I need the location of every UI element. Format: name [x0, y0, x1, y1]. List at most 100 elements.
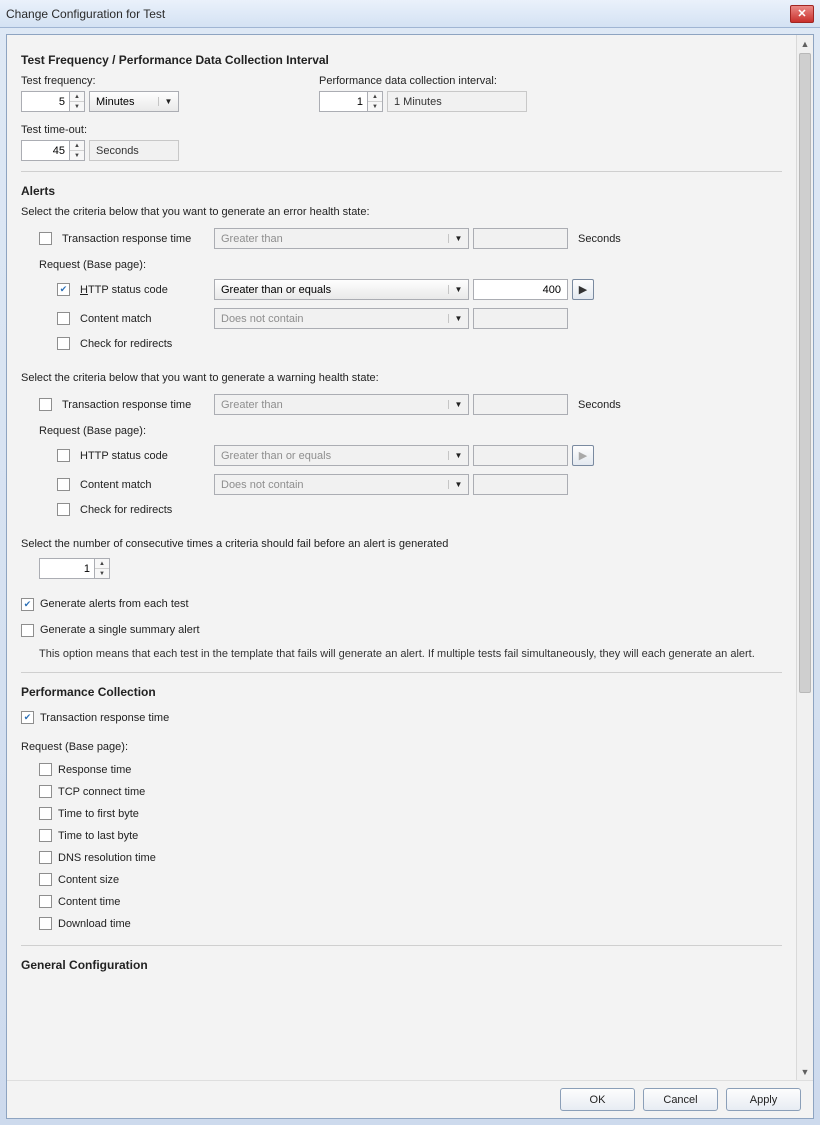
divider — [21, 171, 782, 172]
apply-button[interactable]: Apply — [726, 1088, 801, 1111]
warning-trt-checkbox[interactable] — [39, 398, 52, 411]
vertical-scrollbar[interactable]: ▲ ▼ — [796, 35, 813, 1080]
perf-ttlb-checkbox[interactable] — [39, 829, 52, 842]
error-http-play-button[interactable]: ▶ — [572, 279, 594, 300]
section-alerts-heading: Alerts — [21, 184, 782, 198]
chevron-down-icon: ▼ — [448, 285, 464, 294]
section-perf-heading: Performance Collection — [21, 685, 782, 699]
warning-content-operator: Does not contain — [221, 479, 304, 491]
perf-ctime-label: Content time — [58, 896, 120, 908]
close-button[interactable]: ✕ — [790, 5, 814, 23]
perf-ttfb-checkbox[interactable] — [39, 807, 52, 820]
section-test-frequency-heading: Test Frequency / Performance Data Collec… — [21, 53, 782, 67]
generate-single-checkbox[interactable] — [21, 624, 34, 637]
warning-redirect-checkbox[interactable] — [57, 503, 70, 516]
chevron-down-icon: ▼ — [448, 480, 464, 489]
spinner-up-icon[interactable]: ▲ — [95, 559, 109, 569]
spinner-down-icon[interactable]: ▼ — [70, 102, 84, 111]
warning-http-value-input — [473, 445, 568, 466]
consecutive-spinner[interactable]: ▲▼ — [39, 558, 110, 579]
warning-redirect-label: Check for redirects — [80, 504, 172, 516]
divider — [21, 672, 782, 673]
generate-description: This option means that each test in the … — [21, 647, 761, 662]
perf-csize-checkbox[interactable] — [39, 873, 52, 886]
error-request-heading: Request (Base page): — [21, 259, 782, 271]
warning-http-label: HTTP status code — [80, 450, 210, 462]
test-frequency-unit-combo[interactable]: Minutes ▼ — [89, 91, 179, 112]
button-bar: OK Cancel Apply — [7, 1080, 813, 1118]
spinner-down-icon[interactable]: ▼ — [70, 151, 84, 160]
error-http-checkbox[interactable]: ✔ — [57, 283, 70, 296]
warning-trt-value-input — [473, 394, 568, 415]
spinner-up-icon[interactable]: ▲ — [368, 92, 382, 102]
error-content-label: Content match — [80, 313, 210, 325]
divider — [21, 945, 782, 946]
chevron-down-icon: ▼ — [448, 314, 464, 323]
generate-single-label: Generate a single summary alert — [40, 624, 200, 636]
spinner-up-icon[interactable]: ▲ — [70, 92, 84, 102]
perf-request-heading: Request (Base page): — [21, 741, 782, 753]
scroll-thumb[interactable] — [799, 53, 811, 693]
spinner-down-icon[interactable]: ▼ — [95, 569, 109, 578]
warning-http-operator: Greater than or equals — [221, 450, 331, 462]
warning-content-value-input — [473, 474, 568, 495]
error-redirect-label: Check for redirects — [80, 338, 172, 350]
chevron-down-icon: ▼ — [158, 97, 174, 106]
titlebar: Change Configuration for Test ✕ — [0, 0, 820, 28]
scroll-up-icon[interactable]: ▲ — [797, 35, 813, 52]
ok-label: OK — [590, 1094, 606, 1106]
perf-interval-display: 1 Minutes — [387, 91, 527, 112]
error-redirect-checkbox[interactable] — [57, 337, 70, 350]
play-icon: ▶ — [579, 449, 587, 462]
error-http-operator: Greater than or equals — [221, 284, 331, 296]
timeout-spinner[interactable]: ▲▼ — [21, 140, 85, 161]
close-icon: ✕ — [797, 7, 806, 20]
perf-response-checkbox[interactable] — [39, 763, 52, 776]
warning-content-checkbox[interactable] — [57, 478, 70, 491]
test-frequency-spinner[interactable]: ▲▼ — [21, 91, 85, 112]
perf-interval-input[interactable] — [319, 91, 367, 112]
spinner-up-icon[interactable]: ▲ — [70, 141, 84, 151]
error-http-operator-combo[interactable]: Greater than or equals ▼ — [214, 279, 469, 300]
error-content-checkbox[interactable] — [57, 312, 70, 325]
perf-trt-checkbox[interactable]: ✔ — [21, 711, 34, 724]
consecutive-input[interactable] — [39, 558, 94, 579]
cancel-button[interactable]: Cancel — [643, 1088, 718, 1111]
perf-ctime-checkbox[interactable] — [39, 895, 52, 908]
perf-ttfb-label: Time to first byte — [58, 808, 139, 820]
error-content-value-input — [473, 308, 568, 329]
perf-tcp-label: TCP connect time — [58, 786, 145, 798]
perf-download-checkbox[interactable] — [39, 917, 52, 930]
perf-download-label: Download time — [58, 918, 131, 930]
error-content-operator-combo: Does not contain ▼ — [214, 308, 469, 329]
perf-interval-spinner[interactable]: ▲▼ — [319, 91, 383, 112]
play-icon: ▶ — [579, 283, 587, 296]
error-http-value-input[interactable] — [473, 279, 568, 300]
perf-response-label: Response time — [58, 764, 131, 776]
spinner-down-icon[interactable]: ▼ — [368, 102, 382, 111]
timeout-input[interactable] — [21, 140, 69, 161]
test-frequency-unit: Minutes — [96, 96, 135, 108]
error-trt-operator-combo: Greater than ▼ — [214, 228, 469, 249]
test-frequency-input[interactable] — [21, 91, 69, 112]
perf-tcp-checkbox[interactable] — [39, 785, 52, 798]
error-http-label: HTTP status code — [80, 284, 210, 296]
warning-trt-operator: Greater than — [221, 399, 283, 411]
warning-http-checkbox[interactable] — [57, 449, 70, 462]
scroll-down-icon[interactable]: ▼ — [797, 1063, 813, 1080]
error-trt-checkbox[interactable] — [39, 232, 52, 245]
perf-ttlb-label: Time to last byte — [58, 830, 138, 842]
alerts-error-intro: Select the criteria below that you want … — [21, 206, 782, 218]
perf-dns-checkbox[interactable] — [39, 851, 52, 864]
warning-content-label: Content match — [80, 479, 210, 491]
chevron-down-icon: ▼ — [448, 451, 464, 460]
warning-http-play-button: ▶ — [572, 445, 594, 466]
alerts-warning-intro: Select the criteria below that you want … — [21, 372, 782, 384]
warning-trt-unit: Seconds — [578, 399, 621, 411]
error-trt-value-input — [473, 228, 568, 249]
chevron-down-icon: ▼ — [448, 234, 464, 243]
generate-each-checkbox[interactable]: ✔ — [21, 598, 34, 611]
section-general-heading: General Configuration — [21, 958, 782, 972]
ok-button[interactable]: OK — [560, 1088, 635, 1111]
perf-interval-label: Performance data collection interval: — [319, 75, 527, 87]
